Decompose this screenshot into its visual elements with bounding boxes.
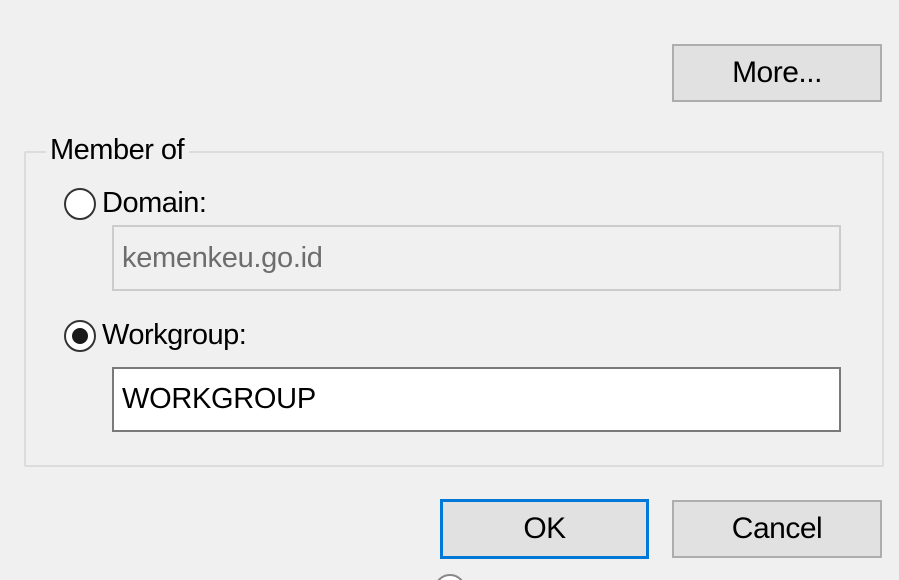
domain-radio-label: Domain:	[102, 187, 207, 219]
cancel-button-label: Cancel	[731, 512, 823, 545]
workgroup-input[interactable]: WORKGROUP	[112, 367, 841, 432]
computer-name-changes-dialog: More... Member of Domain: kemenkeu.go.id…	[0, 0, 899, 580]
member-of-legend: Member of	[46, 132, 190, 168]
workgroup-radio-label: Workgroup:	[102, 319, 247, 351]
partially-visible-control-icon	[434, 574, 466, 580]
domain-input-value: kemenkeu.go.id	[122, 241, 323, 274]
radio-selected-dot-icon	[72, 327, 88, 344]
ok-button-label: OK	[523, 512, 566, 545]
workgroup-radio-circle-icon[interactable]	[64, 319, 96, 352]
workgroup-input-value: WORKGROUP	[122, 383, 316, 415]
domain-input: kemenkeu.go.id	[112, 225, 841, 291]
domain-radio-circle-icon[interactable]	[64, 187, 96, 220]
more-button[interactable]: More...	[672, 44, 882, 102]
ok-button[interactable]: OK	[440, 499, 649, 559]
more-button-label: More...	[732, 56, 822, 89]
workgroup-radio[interactable]: Workgroup:	[64, 319, 247, 352]
domain-radio[interactable]: Domain:	[64, 187, 207, 220]
cancel-button[interactable]: Cancel	[672, 500, 882, 558]
